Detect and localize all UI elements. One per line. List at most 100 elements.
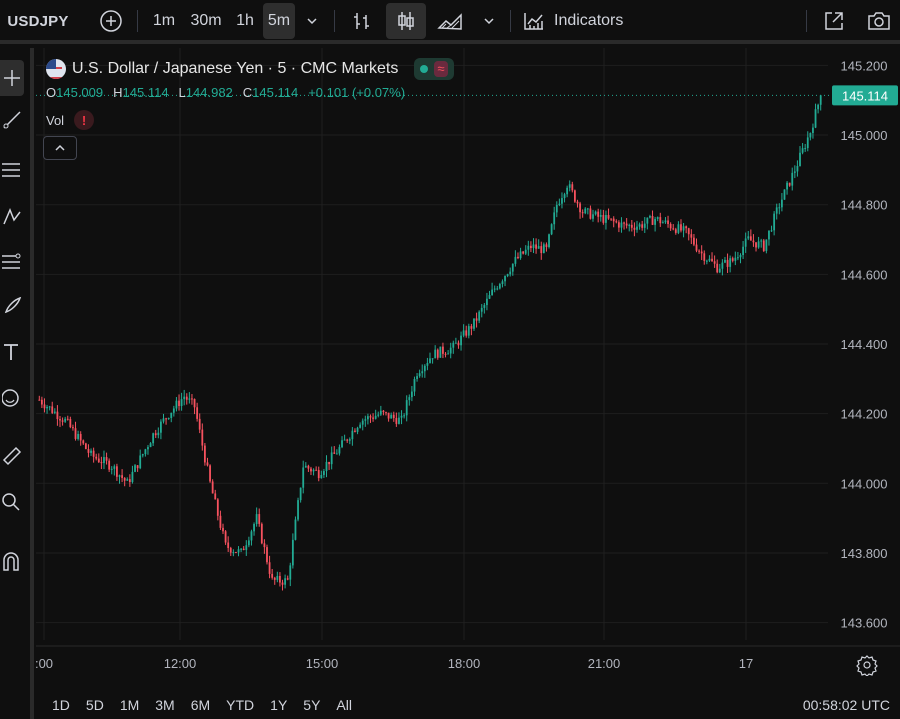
symbol-search-button[interactable]: USDJPY: [6, 0, 70, 42]
range-ytd-button[interactable]: YTD: [226, 697, 254, 713]
candle-body: [742, 246, 744, 256]
range-1y-button[interactable]: 1Y: [270, 697, 287, 713]
volume-label: Vol: [46, 112, 65, 128]
chart-settings-button[interactable]: [856, 654, 878, 677]
text-tool[interactable]: [0, 334, 24, 370]
candle-body: [185, 396, 188, 400]
candle-body: [801, 148, 804, 153]
trend-line-tool[interactable]: [0, 102, 24, 138]
candle-body: [783, 189, 786, 200]
interval-30m-button[interactable]: 30m: [186, 0, 226, 42]
time-tick-label: 18:00: [448, 656, 481, 671]
range-3m-button[interactable]: 3M: [155, 697, 174, 713]
chart-grid: [36, 48, 828, 640]
price-chart[interactable]: 145.200 145.000 144.800 144.600 144.400 144.2…: [35, 48, 900, 681]
range-all-button[interactable]: All: [336, 697, 352, 713]
interval-dropdown-button[interactable]: [300, 0, 324, 42]
smiley-icon: [2, 389, 19, 407]
time-tick-label: 12:00: [164, 656, 197, 671]
candle-body: [372, 417, 374, 419]
interval-1m-button[interactable]: 1m: [148, 0, 180, 42]
plus-circle-icon: [100, 10, 122, 32]
candle-body: [693, 237, 695, 245]
volume-legend[interactable]: Vol !: [46, 110, 95, 130]
candle-body: [649, 215, 651, 218]
zoom-tool[interactable]: [0, 484, 24, 520]
candle-body: [325, 461, 328, 472]
chart-pane[interactable]: 145.200 145.000 144.800 144.600 144.400 144.2…: [35, 48, 900, 681]
crosshair-icon: [4, 70, 20, 86]
warning-icon[interactable]: !: [74, 110, 95, 130]
candle-body: [159, 421, 162, 433]
candle-body: [183, 396, 186, 400]
candle-body: [659, 217, 662, 224]
candle-body: [620, 222, 623, 228]
candle-body: [553, 212, 556, 225]
compare-symbol-button[interactable]: [96, 0, 126, 42]
candle-body: [382, 410, 385, 413]
candle-body: [87, 448, 90, 453]
clock-timezone-button[interactable]: 00:58:02 UTC: [803, 697, 890, 713]
candle-body: [674, 229, 677, 233]
range-1m-button[interactable]: 1M: [120, 697, 139, 713]
area-style-button[interactable]: [434, 0, 468, 42]
candle-body: [149, 443, 152, 448]
bars-style-button[interactable]: [346, 0, 378, 42]
candle-body: [713, 261, 716, 264]
candle-body: [385, 412, 387, 414]
candle-body: [625, 223, 628, 226]
candle-body: [258, 514, 261, 524]
chart-type-dropdown-button[interactable]: [478, 0, 500, 42]
candle-body: [118, 475, 121, 477]
open-external-icon: [825, 12, 843, 30]
snapshot-button[interactable]: [862, 0, 896, 42]
candle-body: [496, 288, 499, 290]
candle-body: [773, 213, 776, 231]
candle-body: [447, 353, 450, 355]
pattern-tool[interactable]: [0, 198, 24, 234]
candle-body: [304, 465, 307, 468]
forecast-tool[interactable]: [0, 244, 24, 280]
range-5y-button[interactable]: 5Y: [303, 697, 320, 713]
candle-body: [147, 447, 149, 450]
candle-body: [333, 452, 336, 454]
measure-tool[interactable]: [0, 438, 24, 474]
candle-body: [392, 414, 395, 419]
data-delayed-icon: ≈: [434, 61, 448, 77]
brush-tool[interactable]: [0, 288, 24, 324]
candle-body: [537, 246, 540, 249]
candle-body: [198, 418, 201, 430]
fib-tool[interactable]: [0, 152, 24, 188]
candle-body: [193, 398, 196, 408]
range-1d-button[interactable]: 1D: [52, 697, 70, 713]
chart-legend[interactable]: U.S. Dollar / Japanese Yen · 5 · CMC Mar…: [46, 58, 454, 80]
range-6m-button[interactable]: 6M: [191, 697, 210, 713]
market-status-pill[interactable]: ≈: [414, 58, 454, 80]
range-5d-button[interactable]: 5D: [86, 697, 104, 713]
indicators-button[interactable]: Indicators: [522, 0, 640, 42]
fullscreen-button[interactable]: [818, 0, 850, 42]
interval-1h-button[interactable]: 1h: [230, 0, 260, 42]
candle-body: [172, 408, 175, 413]
change-value: +0.101 (+0.07%): [308, 85, 406, 100]
candle-body: [548, 234, 550, 247]
indicators-icon: [524, 13, 543, 30]
collapse-legend-button[interactable]: [43, 136, 77, 160]
high-value: 145.114: [122, 85, 169, 100]
candle-body: [610, 218, 613, 220]
candle-body: [335, 453, 338, 455]
candle-body: [103, 457, 105, 464]
forecast-icon: [2, 253, 21, 269]
candle-body: [493, 288, 496, 290]
crosshair-tool[interactable]: [0, 60, 24, 96]
candle-body: [656, 217, 659, 219]
candle-body: [467, 326, 470, 336]
candle-body: [602, 215, 605, 223]
emoji-tool[interactable]: [0, 380, 24, 416]
time-tick-label: 15:00: [306, 656, 339, 671]
magnet-tool[interactable]: [0, 544, 24, 580]
candle-body: [405, 400, 408, 416]
candle-body: [465, 330, 468, 336]
candles-style-button[interactable]: [386, 3, 426, 39]
interval-5m-button[interactable]: 5m: [263, 3, 295, 39]
